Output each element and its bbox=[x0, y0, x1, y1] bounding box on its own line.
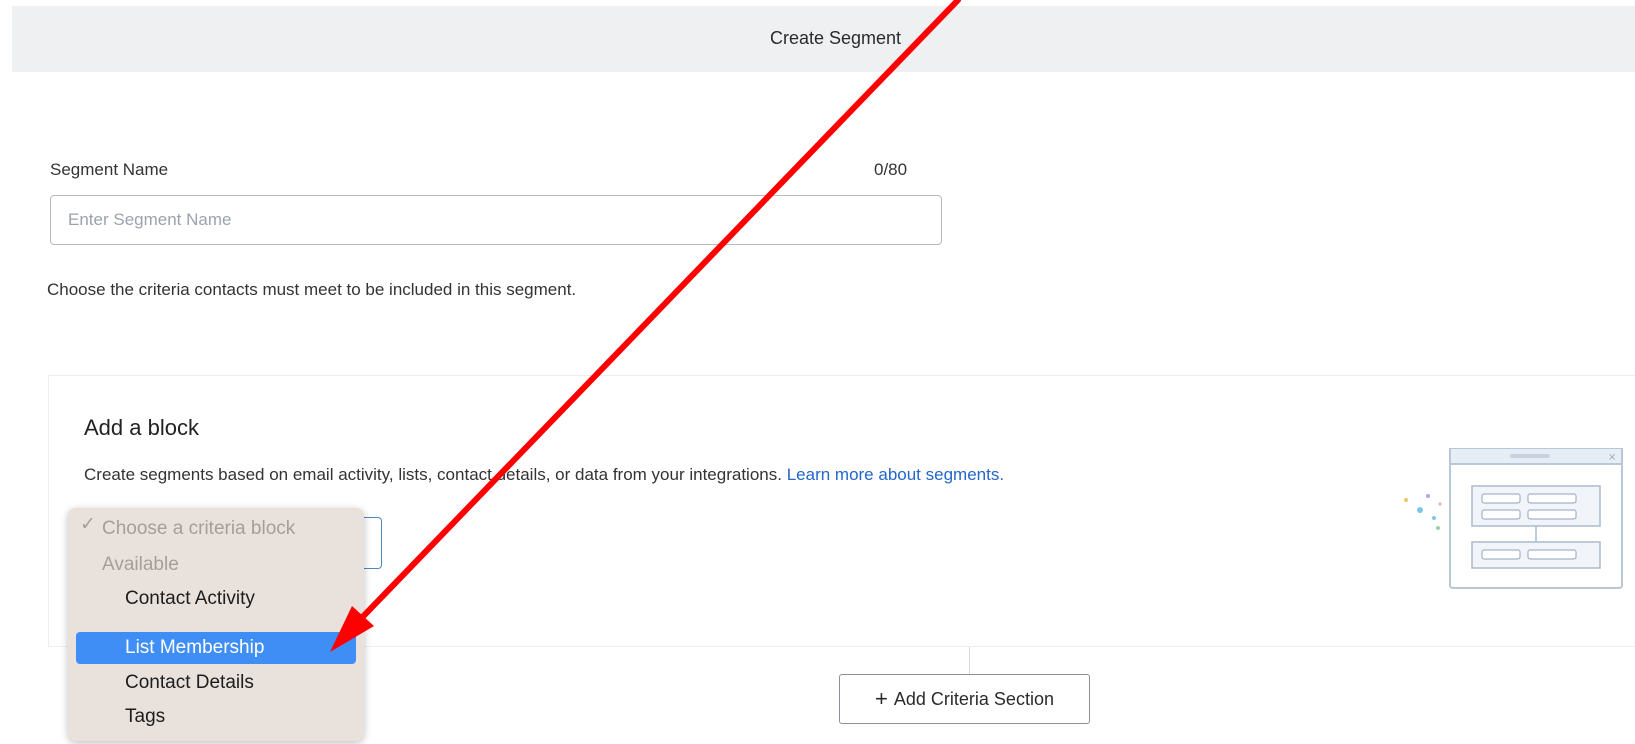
learn-more-link[interactable]: Learn more about segments. bbox=[787, 465, 1004, 484]
segment-name-char-count: 0/80 bbox=[874, 160, 908, 179]
add-block-description: Create segments based on email activity,… bbox=[84, 465, 1004, 485]
dropdown-option-contact-activity[interactable]: Contact Activity bbox=[125, 584, 255, 614]
plus-icon: + bbox=[875, 686, 888, 711]
add-block-description-text: Create segments based on email activity,… bbox=[84, 465, 782, 484]
dropdown-group-label: Available bbox=[102, 554, 179, 575]
dropdown-option-contact-details[interactable]: Contact Details bbox=[125, 668, 254, 698]
criteria-block-dropdown-menu: ✓ Choose a criteria block Available Cont… bbox=[68, 508, 364, 741]
criteria-instruction: Choose the criteria contacts must meet t… bbox=[47, 280, 577, 299]
header-bar: Create Segment bbox=[12, 6, 1635, 72]
segment-name-label: Segment Name bbox=[50, 160, 169, 179]
add-block-title: Add a block bbox=[84, 415, 199, 440]
dropdown-placeholder-option: Choose a criteria block bbox=[102, 518, 296, 539]
section-connector-line bbox=[969, 647, 970, 674]
page-title: Create Segment bbox=[769, 28, 902, 48]
check-icon: ✓ bbox=[80, 514, 96, 535]
segment-name-input[interactable] bbox=[50, 195, 942, 245]
segment-builder-illustration: × bbox=[1404, 448, 1623, 589]
dropdown-option-list-membership[interactable]: List Membership bbox=[125, 633, 264, 663]
dropdown-option-tags[interactable]: Tags bbox=[125, 702, 165, 732]
svg-text:×: × bbox=[1608, 452, 1616, 463]
add-criteria-section-button[interactable]: + Add Criteria Section bbox=[839, 674, 1090, 724]
add-criteria-section-label: Add Criteria Section bbox=[893, 688, 1054, 709]
